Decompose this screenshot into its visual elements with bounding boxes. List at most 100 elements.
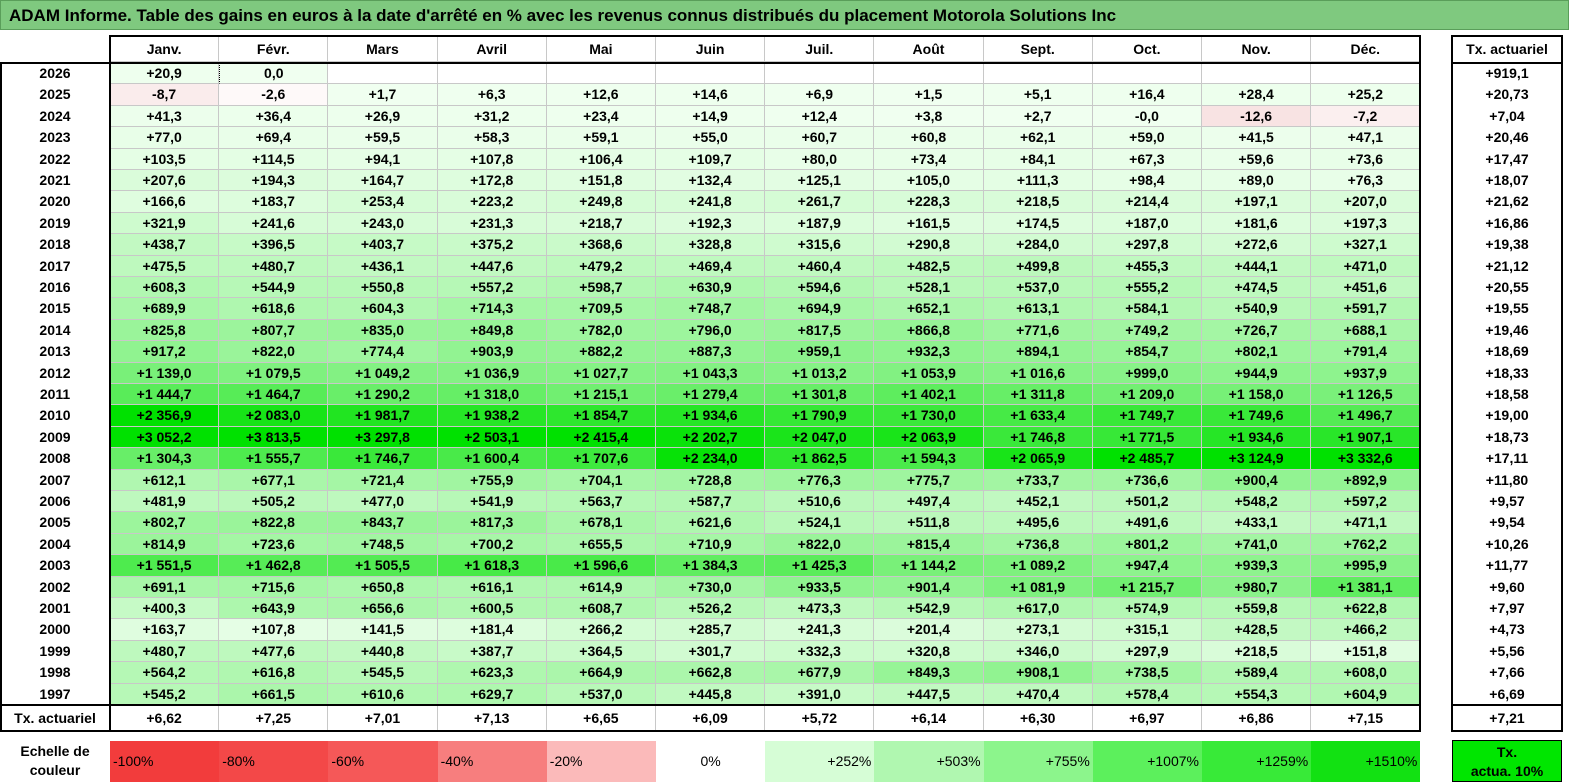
table-cell: +107,8 (219, 619, 329, 641)
table-cell: +163,7 (110, 619, 220, 641)
table-cell: +782,0 (546, 319, 656, 342)
table-cell: +403,7 (328, 234, 438, 256)
footer-label: Tx. actuariel (14, 710, 96, 726)
actuarial-header: Tx. actuariel (1466, 41, 1548, 57)
table-cell: +192,3 (656, 212, 766, 235)
table-cell: +1 279,4 (656, 384, 766, 406)
month-header: Juil. (765, 36, 875, 62)
table-cell: +939,3 (1202, 555, 1312, 577)
table-cell: +594,6 (765, 277, 875, 299)
footer-cell: +6,30 (983, 705, 1093, 731)
table-cell: +94,1 (328, 148, 438, 170)
year-label: 1997 (39, 685, 71, 702)
table-cell: +1 081,9 (983, 576, 1093, 598)
table-cell: +817,3 (437, 512, 547, 534)
table-cell: +728,8 (656, 469, 766, 491)
table-cell: +1 209,0 (1092, 384, 1202, 406)
year-label: 2025 (39, 86, 71, 103)
table-cell: +802,7 (110, 512, 220, 534)
year-label: 2014 (39, 321, 71, 338)
table-cell: +20,9 (110, 63, 220, 85)
table-cell: +723,6 (219, 533, 329, 556)
table-cell: +944,9 (1202, 362, 1312, 384)
table-cell: +297,9 (1092, 640, 1202, 663)
table-cell: +616,8 (219, 662, 329, 684)
table-cell: +482,5 (874, 255, 984, 277)
table-cell: +2 047,0 (765, 426, 875, 449)
table-cell: +1 304,3 (110, 448, 220, 470)
rate-cell: +17,11 (1485, 450, 1529, 467)
table-cell: +822,8 (219, 512, 329, 534)
table-cell: +550,8 (328, 277, 438, 299)
rate-cell: +11,77 (1485, 557, 1529, 574)
table-cell: +475,5 (110, 255, 220, 277)
year-label: 2016 (39, 279, 71, 295)
table-cell: +107,8 (437, 148, 547, 170)
table-cell: +266,2 (546, 619, 656, 641)
table-cell: -2,6 (219, 84, 329, 106)
color-scale-swatch: -80% (219, 741, 329, 782)
table-cell: +111,3 (983, 170, 1093, 192)
rate-cell: +7,66 (1489, 664, 1525, 681)
table-cell: +726,7 (1202, 319, 1312, 342)
table-cell: +1 016,6 (983, 362, 1093, 384)
table-cell: +629,7 (437, 683, 547, 705)
table-cell: +73,4 (874, 148, 984, 170)
table-cell (765, 63, 875, 85)
table-cell: +1 027,7 (546, 362, 656, 384)
table-cell: +218,7 (546, 212, 656, 235)
rate-cell: +18,33 (1485, 364, 1529, 381)
footer-cell: +6,09 (656, 705, 766, 731)
table-cell: +545,5 (328, 662, 438, 684)
rate-cell: +11,80 (1485, 471, 1529, 488)
table-cell: +662,8 (656, 662, 766, 684)
table-cell: +105,0 (874, 170, 984, 192)
table-cell: +678,1 (546, 512, 656, 534)
table-cell: +315,1 (1092, 619, 1202, 641)
table-cell: +272,6 (1202, 234, 1312, 256)
rate-cell: +9,60 (1489, 578, 1525, 595)
table-cell: +610,6 (328, 683, 438, 705)
table-cell: +1 290,2 (328, 384, 438, 406)
color-scale-label-line1: Echelle de (20, 743, 90, 759)
table-cell: +892,9 (1311, 469, 1421, 491)
table-cell: +1 707,6 (546, 448, 656, 470)
table-cell: +321,9 (110, 212, 220, 235)
year-label: 2022 (39, 150, 71, 167)
table-cell: +3 297,8 (328, 426, 438, 449)
table-cell: +2 503,1 (437, 426, 547, 449)
table-cell: +466,2 (1311, 619, 1421, 641)
table-cell: +704,1 (546, 469, 656, 491)
footer-cell: +5,72 (765, 705, 875, 731)
table-cell: +835,0 (328, 319, 438, 342)
footer-cell: +7,15 (1311, 705, 1421, 731)
table-cell: +526,2 (656, 598, 766, 620)
month-header: Déc. (1311, 36, 1421, 62)
year-label: 2021 (39, 172, 71, 188)
table-cell: +98,4 (1092, 170, 1202, 192)
table-cell: +559,8 (1202, 598, 1312, 620)
table-cell: +652,1 (874, 298, 984, 320)
table-cell: +822,0 (219, 341, 329, 363)
table-cell: +473,3 (765, 598, 875, 620)
table-cell: +959,1 (765, 341, 875, 363)
table-cell: +106,4 (546, 148, 656, 170)
table-cell: +151,8 (546, 170, 656, 192)
table-cell: +1 444,7 (110, 384, 220, 406)
table-cell (1092, 63, 1202, 85)
footer-cell: +6,62 (110, 705, 220, 731)
page-title: ADAM Informe. Table des gains en euros à… (0, 0, 1569, 30)
table-cell: +618,6 (219, 298, 329, 320)
table-cell: +630,9 (656, 277, 766, 299)
table-cell: +6,9 (765, 84, 875, 106)
table-cell: +69,4 (219, 127, 329, 149)
table-cell: -12,6 (1202, 105, 1312, 128)
table-cell: +181,6 (1202, 212, 1312, 235)
table-cell: +2 415,4 (546, 426, 656, 449)
table-cell: +748,7 (656, 298, 766, 320)
table-cell: +73,6 (1311, 148, 1421, 170)
table-cell: +733,7 (983, 469, 1093, 491)
table-cell: +1 594,3 (874, 448, 984, 470)
table-cell: +67,3 (1092, 148, 1202, 170)
table-cell: +616,1 (437, 576, 547, 598)
